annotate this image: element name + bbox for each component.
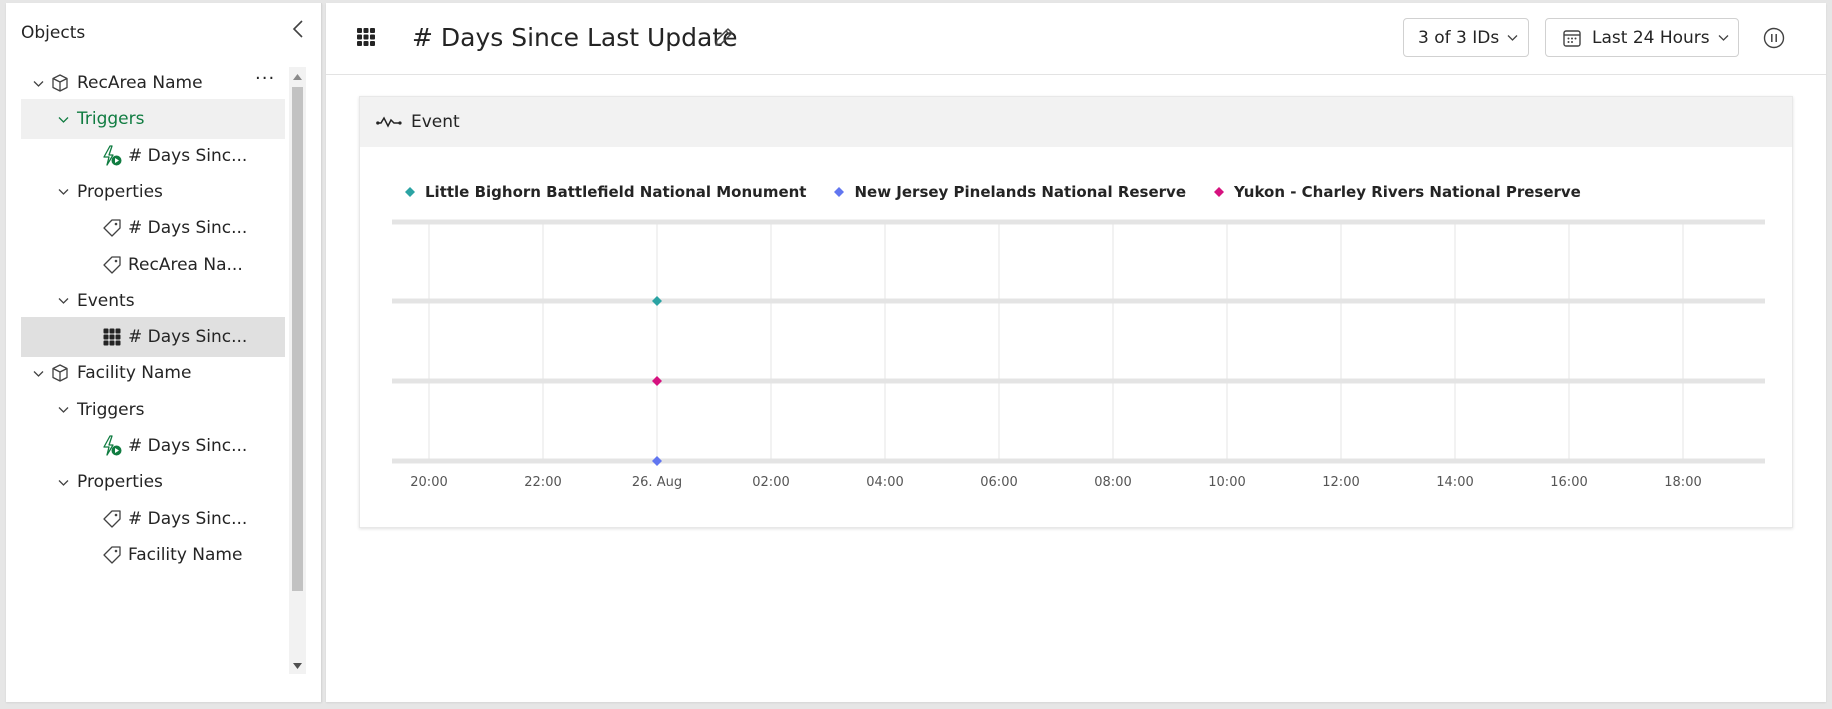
x-tick-label: 04:00 bbox=[866, 475, 903, 490]
tree-item-label: Facility Name bbox=[128, 544, 243, 565]
tree-item[interactable]: Triggers bbox=[21, 390, 285, 430]
ids-dropdown-label: 3 of 3 IDs bbox=[1418, 27, 1500, 48]
scroll-down-button[interactable] bbox=[292, 660, 303, 672]
tree-item-label: RecArea Na... bbox=[128, 254, 243, 275]
tree-item-label: # Days Sinc... bbox=[128, 218, 248, 239]
x-tick-label: 12:00 bbox=[1322, 475, 1359, 490]
trigger-icon bbox=[101, 435, 123, 457]
row-band bbox=[392, 219, 1765, 225]
header: # Days Since Last Update 3 of 3 IDs Last… bbox=[326, 3, 1826, 75]
tree-item[interactable]: RecArea Name ··· bbox=[21, 63, 285, 103]
panel-title: Objects bbox=[21, 23, 86, 43]
event-chart: 20:00 22:00 26. Aug 02:00 04:00 06:00 08:00 10:… bbox=[392, 219, 1765, 490]
grid-view-button[interactable] bbox=[356, 27, 378, 49]
chevron-down-icon bbox=[1718, 35, 1729, 41]
tree-item[interactable]: # Days Sinc... bbox=[21, 317, 285, 358]
tree-item[interactable]: Triggers bbox=[21, 99, 285, 140]
tree-item-label: # Days Sinc... bbox=[128, 508, 248, 529]
tree-item[interactable]: Events bbox=[21, 281, 285, 321]
data-point[interactable] bbox=[652, 376, 662, 386]
object-tree: RecArea Name ··· Triggers # Days Sinc... Pro… bbox=[21, 63, 285, 675]
main-panel: # Days Since Last Update 3 of 3 IDs Last… bbox=[326, 3, 1826, 702]
x-tick-label: 02:00 bbox=[752, 475, 789, 490]
chevron-down-icon[interactable] bbox=[56, 403, 70, 417]
x-tick-label: 22:00 bbox=[524, 475, 561, 490]
chevron-down-icon[interactable] bbox=[56, 112, 70, 126]
x-tick-label: 14:00 bbox=[1436, 475, 1473, 490]
tree-item-label: # Days Sinc... bbox=[128, 145, 248, 166]
chevron-down-icon[interactable] bbox=[31, 76, 45, 90]
data-point[interactable] bbox=[652, 456, 662, 466]
tree-item-label: Triggers bbox=[77, 399, 145, 420]
pause-icon bbox=[1763, 27, 1785, 49]
x-tick-label: 10:00 bbox=[1208, 475, 1245, 490]
trigger-icon bbox=[101, 144, 123, 167]
chevron-down-icon bbox=[1507, 35, 1518, 41]
x-tick-label: 18:00 bbox=[1664, 475, 1701, 490]
chevron-down-icon[interactable] bbox=[31, 366, 45, 380]
tree-item[interactable]: # Days Sinc... bbox=[21, 426, 285, 466]
scroll-up-button[interactable] bbox=[292, 71, 303, 83]
cube-icon bbox=[49, 362, 71, 384]
chevron-left-icon bbox=[292, 20, 303, 38]
scroll-thumb[interactable] bbox=[292, 87, 303, 591]
tree-item-label: Triggers bbox=[77, 109, 145, 130]
more-options-button[interactable]: ··· bbox=[255, 70, 275, 88]
x-tick-label: 06:00 bbox=[980, 475, 1017, 490]
triangle-down-icon bbox=[293, 663, 302, 669]
row-band bbox=[392, 378, 1765, 384]
x-tick-label: 08:00 bbox=[1094, 475, 1131, 490]
table-icon bbox=[101, 326, 123, 348]
data-point[interactable] bbox=[652, 296, 662, 306]
ids-dropdown[interactable]: 3 of 3 IDs bbox=[1403, 18, 1529, 57]
pause-button[interactable] bbox=[1762, 26, 1786, 50]
x-tick-label: 20:00 bbox=[410, 475, 447, 490]
tree-item-label: RecArea Name bbox=[77, 73, 203, 93]
tree-item-label: Events bbox=[77, 290, 135, 311]
tag-icon bbox=[101, 254, 123, 276]
tree-item-label: # Days Sinc... bbox=[128, 436, 248, 456]
tag-icon bbox=[101, 544, 123, 566]
tree-item[interactable]: Properties bbox=[21, 462, 285, 502]
tree-item[interactable]: Facility Name bbox=[21, 535, 285, 575]
tree-item[interactable]: RecArea Na... bbox=[21, 245, 285, 285]
tree-item[interactable]: # Days Sinc... bbox=[21, 208, 285, 248]
tree-item[interactable]: Facility Name bbox=[21, 353, 285, 393]
x-tick-label: 26. Aug bbox=[632, 475, 682, 490]
chevron-down-icon[interactable] bbox=[56, 475, 70, 489]
chevron-down-icon[interactable] bbox=[56, 294, 70, 308]
objects-panel: Objects RecArea Name ··· Triggers # Days Si… bbox=[6, 3, 322, 702]
grid-icon bbox=[357, 28, 375, 46]
tree-item[interactable]: Properties bbox=[21, 172, 285, 212]
x-tick-label: 16:00 bbox=[1550, 475, 1587, 490]
tree-item-label: Properties bbox=[77, 472, 163, 493]
tree-item-label: Facility Name bbox=[77, 363, 192, 384]
tree-item[interactable]: # Days Sinc... bbox=[21, 499, 285, 539]
tree-scrollbar[interactable] bbox=[289, 67, 306, 674]
row-band bbox=[392, 458, 1765, 464]
event-chart-card: Event Little Bighorn Battlefield Nationa… bbox=[359, 96, 1793, 528]
pencil-icon bbox=[715, 28, 733, 46]
cube-icon bbox=[49, 72, 71, 94]
tag-icon bbox=[101, 217, 123, 239]
tree-item-label: # Days Sinc... bbox=[128, 327, 248, 348]
time-range-label: Last 24 Hours bbox=[1592, 27, 1710, 48]
tag-icon bbox=[101, 508, 123, 530]
chevron-down-icon[interactable] bbox=[56, 185, 70, 199]
triangle-up-icon bbox=[293, 74, 302, 80]
row-band bbox=[392, 298, 1765, 304]
page-title: # Days Since Last Update bbox=[412, 23, 738, 52]
tree-item-label: Properties bbox=[77, 181, 163, 202]
collapse-panel-button[interactable] bbox=[286, 17, 310, 41]
calendar-icon bbox=[1563, 29, 1581, 47]
tree-item[interactable]: # Days Sinc... bbox=[21, 136, 285, 176]
edit-title-button[interactable] bbox=[712, 25, 738, 51]
time-range-dropdown[interactable]: Last 24 Hours bbox=[1545, 18, 1739, 57]
